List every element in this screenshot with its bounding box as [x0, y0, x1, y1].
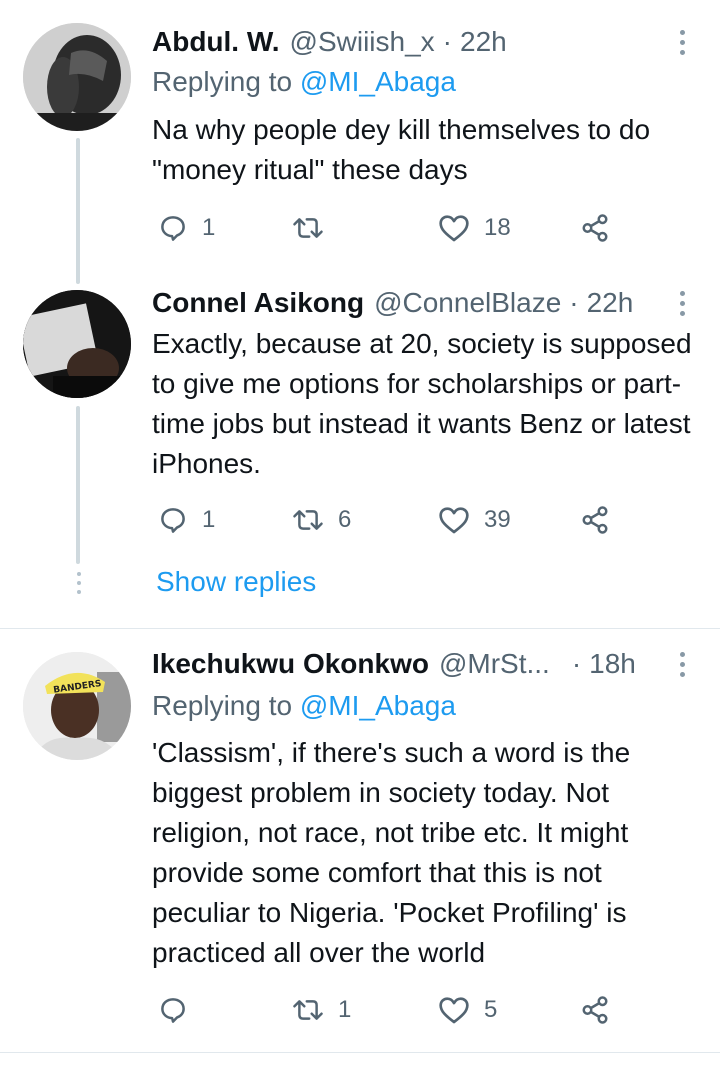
retweet-button[interactable]: 6 — [292, 500, 351, 540]
reply-count: 1 — [202, 506, 216, 533]
show-replies-link[interactable]: Show replies — [156, 566, 316, 598]
separator-dot: · — [569, 287, 579, 318]
share-button[interactable] — [580, 500, 610, 540]
replying-prefix: Replying to — [152, 66, 293, 97]
share-button[interactable] — [580, 208, 610, 248]
tweet-header: Abdul. W. @Swiiish_x · 22h — [152, 22, 507, 62]
mention-link[interactable]: @MI_Abaga — [300, 66, 456, 97]
separator-dot: · — [442, 26, 452, 57]
user-handle[interactable]: @ConnelBlaze — [374, 287, 561, 319]
reply-count: 1 — [202, 214, 216, 241]
share-icon — [582, 506, 608, 534]
tweet-header: Connel Asikong @ConnelBlaze · 22h — [152, 283, 633, 323]
tweet-actions: 1 18 — [152, 208, 622, 248]
heart-icon — [439, 507, 469, 534]
heart-icon — [439, 215, 469, 242]
share-button[interactable] — [580, 990, 610, 1030]
thread-line — [76, 406, 80, 564]
user-handle[interactable]: @MrSt... — [439, 648, 550, 680]
reply-button[interactable]: 1 — [158, 208, 215, 248]
tweet-actions: 1 5 — [152, 990, 622, 1030]
heart-icon — [439, 997, 469, 1024]
replying-prefix: Replying to — [152, 690, 293, 721]
more-options-icon[interactable] — [678, 30, 686, 55]
retweet-icon — [293, 218, 323, 238]
avatar[interactable] — [23, 290, 131, 398]
like-button[interactable]: 39 — [438, 500, 511, 540]
display-name[interactable]: Connel Asikong — [152, 287, 364, 319]
avatar[interactable]: BANDERS — [23, 652, 131, 760]
share-icon — [582, 996, 608, 1024]
thread-continuation-icon — [76, 572, 82, 594]
like-button[interactable]: 18 — [438, 208, 511, 248]
user-photo-icon: BANDERS — [23, 652, 131, 760]
like-count: 5 — [484, 996, 498, 1023]
reply-icon — [161, 216, 185, 241]
divider — [0, 1052, 720, 1053]
more-options-icon[interactable] — [678, 291, 686, 316]
retweet-count: 6 — [338, 506, 352, 533]
timestamp[interactable]: 22h — [460, 26, 507, 58]
tweet-text: 'Classism', if there's such a word is th… — [152, 737, 631, 968]
retweet-count: 1 — [338, 996, 352, 1023]
share-icon — [582, 214, 608, 242]
separator-dot: · — [571, 648, 582, 679]
tweet-actions: 1 6 39 — [152, 500, 622, 540]
retweet-button[interactable]: 1 — [292, 990, 351, 1030]
user-photo-icon — [23, 290, 131, 398]
reply-icon — [161, 508, 185, 533]
mention-link[interactable]: @MI_Abaga — [300, 690, 456, 721]
tweet-text: Exactly, because at 20, society is suppo… — [152, 328, 692, 479]
timestamp[interactable]: 18h — [589, 648, 636, 680]
retweet-icon — [293, 510, 323, 530]
like-count: 39 — [484, 506, 511, 533]
reply-button[interactable]: 1 — [158, 500, 215, 540]
replying-to: Replying to @MI_Abaga — [152, 690, 456, 722]
timestamp[interactable]: 22h — [587, 287, 634, 319]
replying-to: Replying to @MI_Abaga — [152, 66, 456, 98]
tweet-header: Ikechukwu Okonkwo @MrSt... · 18h — [152, 644, 636, 684]
display-name[interactable]: Abdul. W. — [152, 26, 280, 58]
user-photo-icon — [23, 23, 131, 131]
retweet-icon — [293, 1000, 323, 1020]
display-name[interactable]: Ikechukwu Okonkwo — [152, 648, 429, 680]
like-count: 18 — [484, 214, 511, 241]
reply-button[interactable] — [158, 990, 202, 1030]
like-button[interactable]: 5 — [438, 990, 497, 1030]
more-options-icon[interactable] — [678, 652, 686, 677]
tweet-text: Na why people dey kill themselves to do … — [152, 114, 651, 185]
avatar[interactable] — [23, 23, 131, 131]
thread-line — [76, 138, 80, 284]
reply-icon — [161, 998, 185, 1023]
retweet-button[interactable] — [292, 208, 338, 248]
user-handle[interactable]: @Swiiish_x — [290, 26, 435, 58]
divider — [0, 628, 720, 629]
